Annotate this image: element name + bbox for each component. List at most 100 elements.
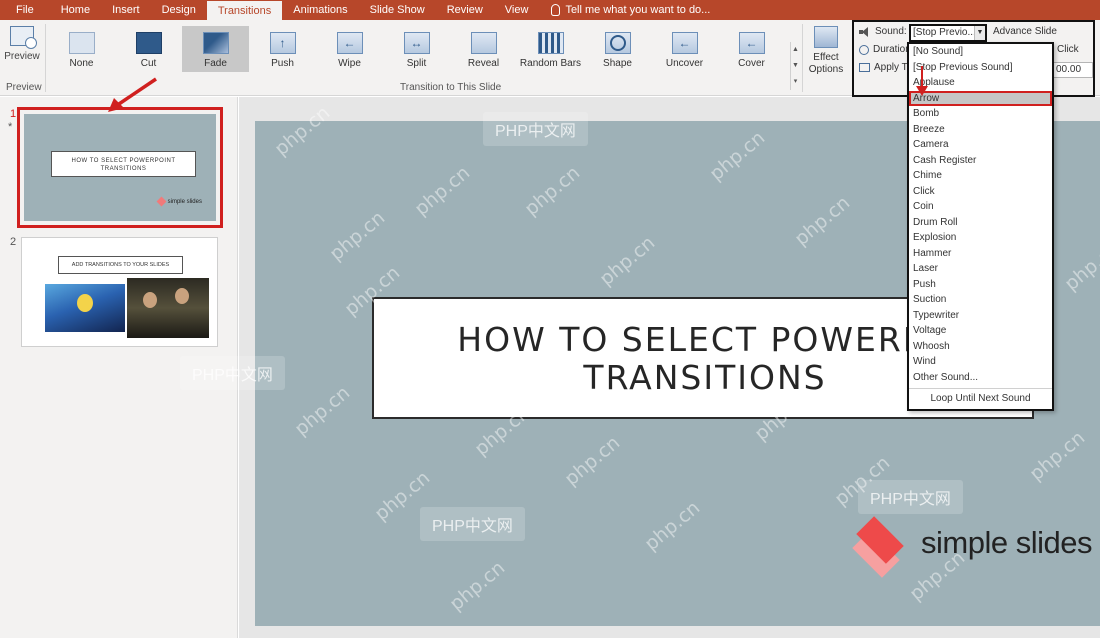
sound-option[interactable]: Chime <box>909 168 1052 184</box>
tab-animations[interactable]: Animations <box>282 0 358 20</box>
sound-option[interactable]: Whoosh <box>909 339 1052 355</box>
red-annotation-arrow <box>108 77 157 112</box>
transition-label: Random Bars <box>519 58 582 69</box>
sound-option[interactable]: Wind <box>909 354 1052 370</box>
tab-file[interactable]: File <box>0 0 50 20</box>
fade-transition-icon <box>202 32 229 54</box>
sound-option[interactable]: Hammer <box>909 246 1052 262</box>
transition-reveal[interactable]: Reveal <box>450 26 517 72</box>
transition-wipe[interactable]: ← Wipe <box>316 26 383 72</box>
push-transition-icon: ↑ <box>269 32 296 54</box>
wipe-transition-icon: ← <box>336 32 363 54</box>
transition-gallery: None Cut Fade ↑ Push ← Wipe ↔ Split Reve… <box>48 26 800 72</box>
transition-cover[interactable]: ← Cover <box>718 26 785 72</box>
shape-transition-icon <box>604 32 631 54</box>
transition-group-label: Transition to This Slide <box>400 82 502 93</box>
sound-option[interactable]: Drum Roll <box>909 215 1052 231</box>
gallery-scroll[interactable]: ▲ ▼ ▾ <box>790 42 800 90</box>
transition-label: Cover <box>738 58 765 69</box>
thumbnail-logo-text: simple slides <box>167 198 202 205</box>
transition-label: Reveal <box>467 58 500 69</box>
lightbulb-icon <box>551 4 561 16</box>
tab-insert[interactable]: Insert <box>101 0 151 20</box>
none-transition-icon <box>68 32 95 54</box>
sound-option[interactable]: Other Sound... <box>909 370 1052 386</box>
transition-label: Push <box>271 58 294 69</box>
sound-option[interactable]: [No Sound] <box>909 44 1052 60</box>
ribbon-tab-bar: File Home Insert Design Transitions Anim… <box>0 0 1100 20</box>
sound-option[interactable]: Breeze <box>909 122 1052 138</box>
chevron-down-icon[interactable]: ▼ <box>974 26 985 40</box>
duration-label: Duration <box>873 44 911 55</box>
transition-uncover[interactable]: ← Uncover <box>651 26 718 72</box>
sound-option[interactable]: Suction <box>909 292 1052 308</box>
sound-option[interactable]: Bomb <box>909 106 1052 122</box>
sound-option[interactable]: Click <box>909 184 1052 200</box>
simple-slides-logo: simple slides <box>841 513 1092 578</box>
transition-none[interactable]: None <box>48 26 115 72</box>
transition-push[interactable]: ↑ Push <box>249 26 316 72</box>
sound-option[interactable]: Cash Register <box>909 153 1052 169</box>
transition-shape[interactable]: Shape <box>584 26 651 72</box>
thumbnail-image <box>45 284 125 332</box>
transition-marker: * <box>8 121 13 133</box>
group-divider <box>45 24 46 92</box>
sound-row: Sound: <box>859 26 907 37</box>
sound-label: Sound: <box>875 26 907 37</box>
slide-thumbnail-1[interactable]: HOW TO SELECT POWERPOINT TRANSITIONS sim… <box>17 107 223 228</box>
transition-label: Fade <box>204 58 227 69</box>
transition-cut[interactable]: Cut <box>115 26 182 72</box>
transition-split[interactable]: ↔ Split <box>383 26 450 72</box>
clock-icon <box>859 44 869 55</box>
sound-option[interactable]: Laser <box>909 261 1052 277</box>
tell-me-text: Tell me what you want to do... <box>565 4 711 16</box>
tab-view[interactable]: View <box>494 0 540 20</box>
slide-number: 2 <box>10 236 17 248</box>
transition-fade[interactable]: Fade <box>182 26 249 72</box>
tab-review[interactable]: Review <box>436 0 494 20</box>
thumbnail-logo: simple slides <box>156 196 202 207</box>
more-icon[interactable]: ▾ <box>791 74 800 90</box>
tab-home[interactable]: Home <box>50 0 101 20</box>
preview-button[interactable]: Preview <box>3 24 41 74</box>
transition-label: Cut <box>140 58 157 69</box>
transition-label: Wipe <box>338 58 361 69</box>
split-transition-icon: ↔ <box>403 32 430 54</box>
transition-label: Shape <box>603 58 632 69</box>
sound-option[interactable]: Explosion <box>909 230 1052 246</box>
menu-divider <box>909 388 1052 389</box>
tab-design[interactable]: Design <box>151 0 207 20</box>
effect-options-button[interactable]: Effect Options <box>804 26 848 76</box>
scroll-up-icon[interactable]: ▲ <box>791 42 800 58</box>
transition-label: None <box>69 58 94 69</box>
thumbnail-title: HOW TO SELECT POWERPOINT TRANSITIONS <box>51 151 196 177</box>
after-time-field[interactable]: 00.00 <box>1053 62 1093 78</box>
duration-row: Duration <box>859 44 911 55</box>
tell-me-box[interactable]: Tell me what you want to do... <box>539 0 710 20</box>
preview-icon <box>10 26 37 49</box>
slide-thumbnail-2[interactable]: ADD TRANSITIONS TO YOUR SLIDES <box>21 237 218 347</box>
apply-to-all-icon <box>859 63 870 72</box>
speaker-icon <box>859 26 871 37</box>
thumbnail-canvas: HOW TO SELECT POWERPOINT TRANSITIONS sim… <box>24 114 216 221</box>
sound-dropdown[interactable]: [Stop Previo... ▼ <box>909 24 987 42</box>
effect-options-label: Effect Options <box>808 52 844 75</box>
reveal-transition-icon <box>470 32 497 54</box>
sound-option[interactable]: Voltage <box>909 323 1052 339</box>
transition-random-bars[interactable]: Random Bars <box>517 26 584 72</box>
slide-thumbnail-pane: 1 * HOW TO SELECT POWERPOINT TRANSITIONS… <box>0 97 238 638</box>
tab-slide-show[interactable]: Slide Show <box>359 0 436 20</box>
loop-until-next-sound[interactable]: Loop Until Next Sound <box>909 391 1052 407</box>
transition-label: Uncover <box>665 58 704 69</box>
preview-group-label: Preview <box>6 82 42 93</box>
apply-to-all-button[interactable]: Apply To <box>859 62 912 73</box>
sound-option[interactable]: Coin <box>909 199 1052 215</box>
thumbnail-title: ADD TRANSITIONS TO YOUR SLIDES <box>58 256 183 274</box>
scroll-down-icon[interactable]: ▼ <box>791 58 800 74</box>
sound-option[interactable]: Push <box>909 277 1052 293</box>
sound-option[interactable]: Typewriter <box>909 308 1052 324</box>
tab-transitions[interactable]: Transitions <box>206 0 283 20</box>
on-mouse-click-label[interactable]: Click <box>1057 44 1079 55</box>
advance-slide-label: Advance Slide <box>993 26 1057 37</box>
sound-option[interactable]: Camera <box>909 137 1052 153</box>
